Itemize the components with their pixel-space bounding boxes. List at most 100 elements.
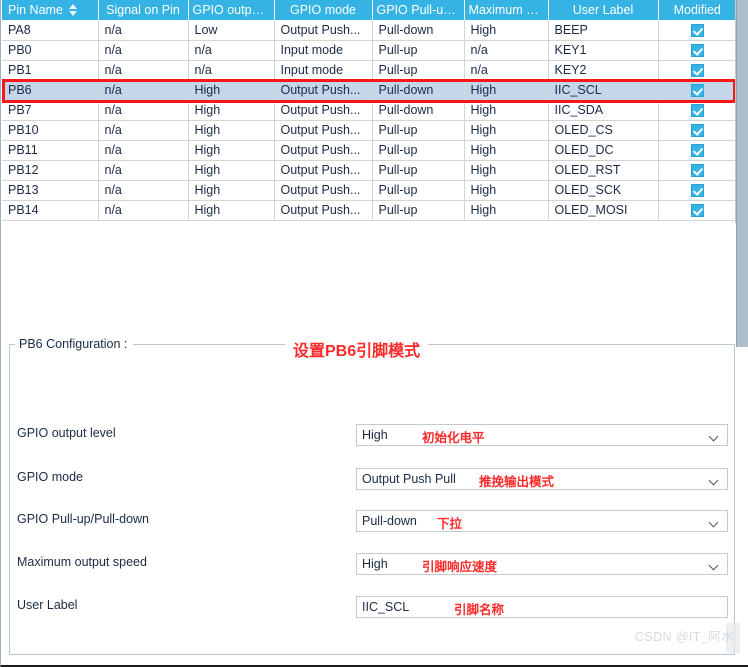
config-dropdown-3[interactable]: High 引脚响应速度 [356, 553, 728, 575]
checkmark-icon[interactable] [690, 164, 704, 178]
cell-maximum-output-speed[interactable]: High [464, 120, 549, 141]
cell-modified-checkbox[interactable] [658, 20, 735, 41]
cell-signal-on-pin[interactable]: n/a [98, 200, 189, 221]
checkmark-icon[interactable] [690, 184, 704, 198]
pin-table-container[interactable]: Pin Name Signal on Pin GPIO output ... G… [2, 0, 736, 223]
checkmark-icon[interactable] [690, 84, 704, 98]
cell-gpio-pullup-pulldown[interactable]: Pull-up [372, 140, 465, 161]
cell-gpio-mode[interactable]: Output Push... [274, 160, 373, 181]
column-header-gpio-output-level[interactable]: GPIO output ... [188, 0, 275, 20]
cell-signal-on-pin[interactable]: n/a [98, 140, 189, 161]
cell-user-label[interactable]: OLED_SCK [548, 180, 659, 201]
column-header-signal-on-pin[interactable]: Signal on Pin [98, 0, 189, 20]
cell-gpio-mode[interactable]: Output Push... [274, 120, 373, 141]
table-row[interactable]: PB10 n/a High Output Push... Pull-up High OLED… [2, 120, 735, 141]
cell-gpio-mode[interactable]: Output Push... [274, 80, 373, 101]
column-header-gpio-mode[interactable]: GPIO mode [274, 0, 373, 20]
cell-gpio-pullup-pulldown[interactable]: Pull-up [372, 160, 465, 181]
cell-maximum-output-speed[interactable]: High [464, 140, 549, 161]
cell-gpio-mode[interactable]: Output Push... [274, 200, 373, 221]
cell-gpio-mode[interactable]: Output Push... [274, 140, 373, 161]
cell-gpio-output-level[interactable]: High [188, 120, 275, 141]
cell-gpio-pullup-pulldown[interactable]: Pull-up [372, 120, 465, 141]
config-dropdown-0[interactable]: High 初始化电平 [356, 424, 728, 446]
cell-pin-name[interactable]: PB1 [2, 60, 99, 81]
cell-gpio-pullup-pulldown[interactable]: Pull-up [372, 60, 465, 81]
cell-pin-name[interactable]: PB7 [2, 100, 99, 121]
cell-modified-checkbox[interactable] [658, 160, 735, 181]
cell-gpio-pullup-pulldown[interactable]: Pull-up [372, 180, 465, 201]
cell-pin-name[interactable]: PB11 [2, 140, 99, 161]
cell-gpio-output-level[interactable]: High [188, 160, 275, 181]
cell-pin-name[interactable]: PA8 [2, 20, 99, 41]
cell-pin-name[interactable]: PB10 [2, 120, 99, 141]
cell-user-label[interactable]: OLED_DC [548, 140, 659, 161]
cell-signal-on-pin[interactable]: n/a [98, 20, 189, 41]
cell-gpio-mode[interactable]: Output Push... [274, 20, 373, 41]
cell-modified-checkbox[interactable] [658, 100, 735, 121]
cell-gpio-output-level[interactable]: High [188, 100, 275, 121]
cell-user-label[interactable]: OLED_CS [548, 120, 659, 141]
cell-gpio-output-level[interactable]: High [188, 180, 275, 201]
cell-gpio-pullup-pulldown[interactable]: Pull-up [372, 200, 465, 221]
checkmark-icon[interactable] [690, 124, 704, 138]
table-row[interactable]: PA8 n/a Low Output Push... Pull-down High BEEP [2, 20, 735, 41]
config-dropdown-1[interactable]: Output Push Pull 推挽输出模式 [356, 468, 728, 490]
cell-user-label[interactable]: KEY1 [548, 40, 659, 61]
cell-modified-checkbox[interactable] [658, 120, 735, 141]
cell-user-label[interactable]: IIC_SDA [548, 100, 659, 121]
cell-modified-checkbox[interactable] [658, 180, 735, 201]
cell-gpio-mode[interactable]: Input mode [274, 40, 373, 61]
checkmark-icon[interactable] [690, 23, 704, 37]
cell-modified-checkbox[interactable] [658, 80, 735, 101]
cell-gpio-output-level[interactable]: n/a [188, 40, 275, 61]
table-row[interactable]: PB6 n/a High Output Push... Pull-down High IIC… [2, 80, 735, 101]
checkmark-icon[interactable] [690, 64, 704, 78]
column-header-modified[interactable]: Modified [658, 0, 735, 20]
cell-pin-name[interactable]: PB0 [2, 40, 99, 61]
cell-gpio-pullup-pulldown[interactable]: Pull-up [372, 40, 465, 61]
cell-gpio-output-level[interactable]: High [188, 200, 275, 221]
cell-user-label[interactable]: KEY2 [548, 60, 659, 81]
cell-pin-name[interactable]: PB14 [2, 200, 99, 221]
column-header-gpio-pull-up-pull-down[interactable]: GPIO Pull-up... [372, 0, 465, 20]
cell-signal-on-pin[interactable]: n/a [98, 60, 189, 81]
cell-user-label[interactable]: IIC_SCL [548, 80, 659, 101]
cell-pin-name[interactable]: PB13 [2, 180, 99, 201]
config-textbox-4[interactable]: IIC_SCL 引脚名称 [356, 596, 728, 618]
cell-gpio-pullup-pulldown[interactable]: Pull-down [372, 20, 465, 41]
column-header-pin-name[interactable]: Pin Name [2, 0, 99, 20]
sort-ascending-descending-icon[interactable] [68, 4, 78, 16]
cell-pin-name[interactable]: PB6 [2, 80, 99, 101]
column-header-user-label[interactable]: User Label [548, 0, 659, 20]
cell-maximum-output-speed[interactable]: High [464, 20, 549, 41]
chevron-down-icon[interactable] [710, 519, 719, 528]
cell-pin-name[interactable]: PB12 [2, 160, 99, 181]
cell-user-label[interactable]: OLED_RST [548, 160, 659, 181]
cell-gpio-output-level[interactable]: Low [188, 20, 275, 41]
cell-gpio-output-level[interactable]: High [188, 140, 275, 161]
checkmark-icon[interactable] [690, 104, 704, 118]
cell-modified-checkbox[interactable] [658, 40, 735, 61]
chevron-down-icon[interactable] [710, 477, 719, 486]
checkmark-icon[interactable] [690, 204, 704, 218]
column-header-maximum-output-speed[interactable]: Maximum ou... [464, 0, 549, 20]
cell-maximum-output-speed[interactable]: n/a [464, 60, 549, 81]
cell-maximum-output-speed[interactable]: High [464, 80, 549, 101]
cell-maximum-output-speed[interactable]: n/a [464, 40, 549, 61]
cell-maximum-output-speed[interactable]: High [464, 200, 549, 221]
cell-gpio-mode[interactable]: Output Push... [274, 180, 373, 201]
cell-gpio-output-level[interactable]: High [188, 80, 275, 101]
cell-modified-checkbox[interactable] [658, 60, 735, 81]
cell-signal-on-pin[interactable]: n/a [98, 100, 189, 121]
cell-gpio-pullup-pulldown[interactable]: Pull-down [372, 80, 465, 101]
cell-gpio-pullup-pulldown[interactable]: Pull-down [372, 100, 465, 121]
cell-user-label[interactable]: BEEP [548, 20, 659, 41]
table-row[interactable]: PB11 n/a High Output Push... Pull-up High OLED… [2, 140, 735, 161]
table-row[interactable]: PB0 n/a n/a Input mode Pull-up n/a KEY1 [2, 40, 735, 61]
cell-maximum-output-speed[interactable]: High [464, 160, 549, 181]
chevron-down-icon[interactable] [710, 433, 719, 442]
table-row[interactable]: PB1 n/a n/a Input mode Pull-up n/a KEY2 [2, 60, 735, 81]
table-row[interactable]: PB14 n/a High Output Push... Pull-up High OLED… [2, 200, 735, 221]
cell-signal-on-pin[interactable]: n/a [98, 80, 189, 101]
